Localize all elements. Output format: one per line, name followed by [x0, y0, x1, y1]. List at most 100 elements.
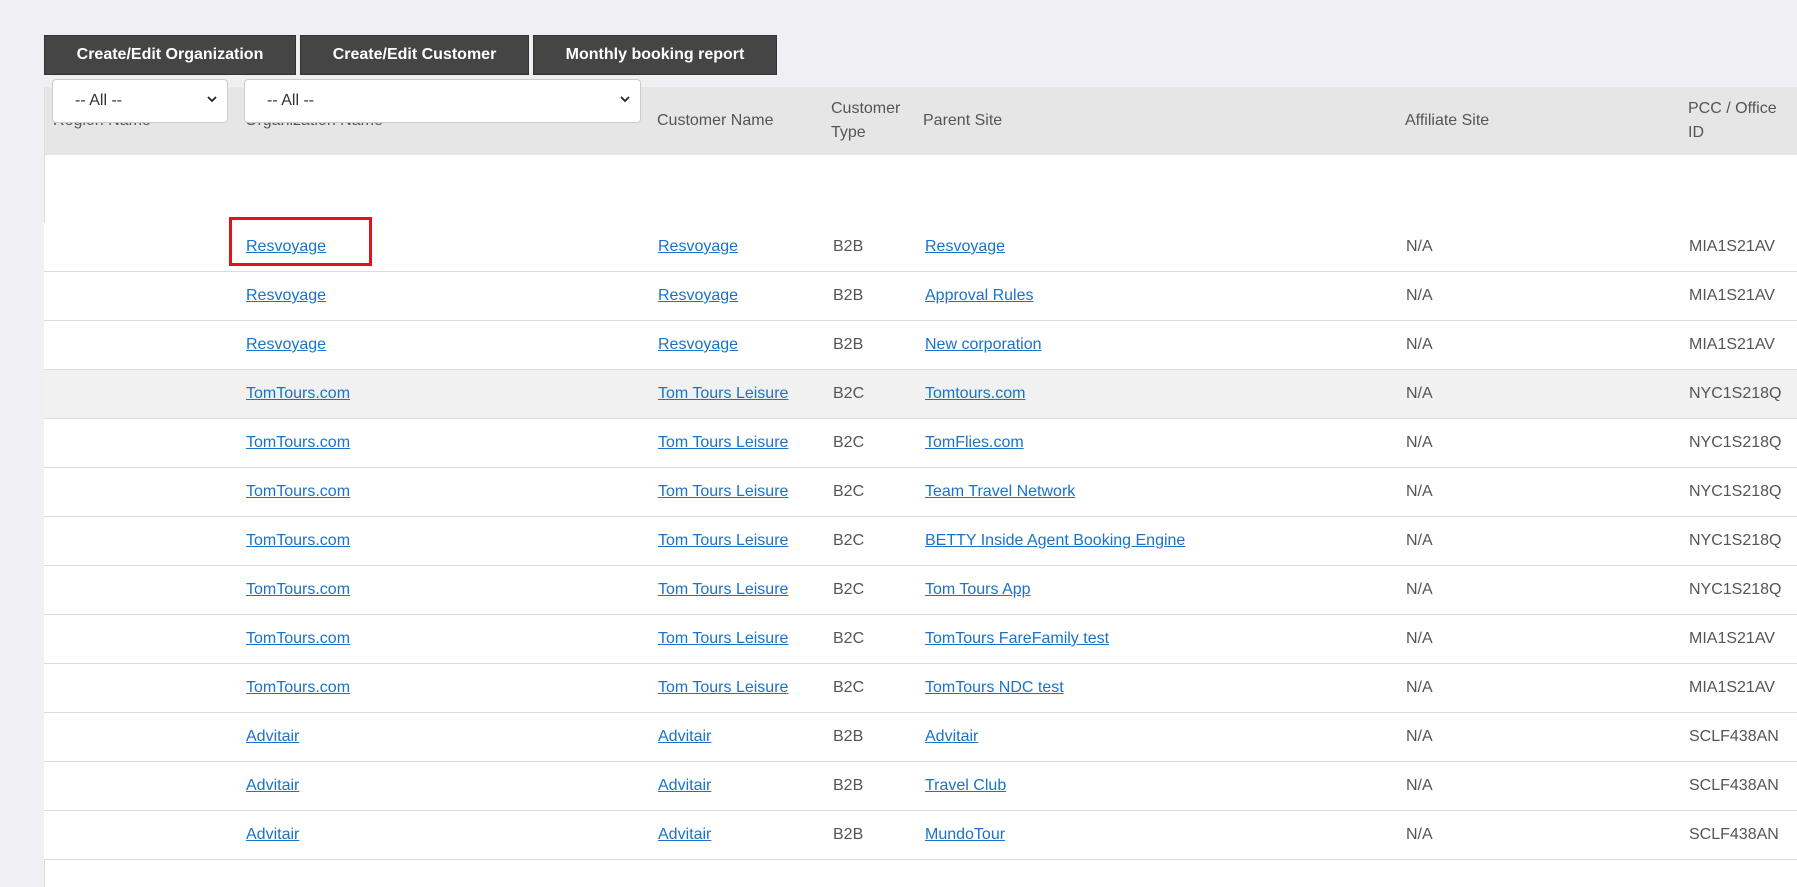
pcc-office-id: NYC1S218Q [1689, 434, 1782, 451]
customer-type: B2C [833, 532, 865, 549]
parent-site-link[interactable]: TomTours FareFamily test [925, 630, 1109, 648]
parent-site-link[interactable]: Approval Rules [925, 287, 1034, 305]
affiliate-site: N/A [1406, 483, 1433, 500]
customer-link[interactable]: Resvoyage [658, 287, 738, 305]
create-edit-customer-button[interactable]: Create/Edit Customer [300, 35, 529, 75]
header-customer-name[interactable]: Customer Name [657, 87, 773, 155]
table-row: Advitair Advitair B2B MundoTour N/A SCLF… [44, 811, 1797, 860]
customer-link[interactable]: Tom Tours Leisure [658, 532, 788, 550]
customer-link[interactable]: Advitair [658, 826, 711, 844]
pcc-office-id: SCLF438AN [1689, 728, 1779, 745]
table-row: Advitair Advitair B2B Travel Club N/A SC… [44, 762, 1797, 811]
customer-link[interactable]: Tom Tours Leisure [658, 483, 788, 501]
customer-link[interactable]: Tom Tours Leisure [658, 434, 788, 452]
table-row: TomTours.com Tom Tours Leisure B2C Tom T… [44, 566, 1797, 615]
customer-type: B2C [833, 434, 865, 451]
parent-site-link[interactable]: MundoTour [925, 826, 1005, 844]
customer-link[interactable]: Advitair [658, 728, 711, 746]
table-row: TomTours.com Tom Tours Leisure B2C TomTo… [44, 615, 1797, 664]
region-filter-select[interactable]: -- All -- [52, 79, 228, 123]
filter-row [45, 155, 1797, 221]
pcc-office-id: MIA1S21AV [1689, 630, 1775, 647]
pcc-office-id: MIA1S21AV [1689, 287, 1775, 304]
parent-site-link[interactable]: Tomtours.com [925, 385, 1025, 403]
customer-type: B2C [833, 483, 865, 500]
affiliate-site: N/A [1406, 532, 1433, 549]
parent-site-link[interactable]: BETTY Inside Agent Booking Engine [925, 532, 1185, 550]
parent-site-link[interactable]: TomTours NDC test [925, 679, 1064, 697]
affiliate-site: N/A [1406, 728, 1433, 745]
customer-link[interactable]: Tom Tours Leisure [658, 385, 788, 403]
affiliate-site: N/A [1406, 581, 1433, 598]
affiliate-site: N/A [1406, 385, 1433, 402]
monthly-booking-report-button[interactable]: Monthly booking report [533, 35, 777, 75]
highlight-box [229, 217, 372, 266]
table-row: Advitair Advitair B2B Advitair N/A SCLF4… [44, 713, 1797, 762]
organization-filter-select[interactable]: -- All -- [244, 79, 641, 123]
affiliate-site: N/A [1406, 777, 1433, 794]
chevron-down-icon [620, 96, 630, 103]
organization-filter-value: -- All -- [267, 92, 315, 109]
header-parent-site[interactable]: Parent Site [923, 87, 1002, 155]
table-row: TomTours.com Tom Tours Leisure B2C TomTo… [44, 664, 1797, 713]
header-customer-type-line2: Type [831, 124, 866, 141]
organization-link[interactable]: TomTours.com [246, 532, 350, 550]
header-affiliate-site[interactable]: Affiliate Site [1405, 87, 1489, 155]
chevron-down-icon [207, 96, 217, 103]
customer-link[interactable]: Resvoyage [658, 238, 738, 256]
organization-link[interactable]: TomTours.com [246, 630, 350, 648]
parent-site-link[interactable]: Team Travel Network [925, 483, 1075, 501]
header-pcc-line1: PCC / Office [1688, 100, 1777, 117]
parent-site-link[interactable]: Tom Tours App [925, 581, 1031, 599]
parent-site-link[interactable]: Travel Club [925, 777, 1006, 795]
organization-link[interactable]: TomTours.com [246, 581, 350, 599]
customer-type: B2B [833, 287, 864, 304]
pcc-office-id: NYC1S218Q [1689, 483, 1782, 500]
organization-link[interactable]: Resvoyage [246, 287, 326, 305]
create-edit-organization-button[interactable]: Create/Edit Organization [44, 35, 296, 75]
affiliate-site: N/A [1406, 679, 1433, 696]
header-customer-type-line1: Customer [831, 100, 901, 117]
organization-link[interactable]: Advitair [246, 728, 299, 746]
customer-type: B2C [833, 385, 865, 402]
header-pcc-line2: ID [1688, 124, 1704, 141]
table-row: Resvoyage Resvoyage B2B New corporation … [44, 321, 1797, 370]
organization-link[interactable]: Advitair [246, 826, 299, 844]
parent-site-link[interactable]: TomFlies.com [925, 434, 1024, 452]
customer-type: B2B [833, 238, 864, 255]
affiliate-site: N/A [1406, 826, 1433, 843]
organization-link[interactable]: Resvoyage [246, 336, 326, 354]
customer-type: B2B [833, 826, 864, 843]
parent-site-link[interactable]: New corporation [925, 336, 1042, 354]
customer-link[interactable]: Advitair [658, 777, 711, 795]
affiliate-site: N/A [1406, 336, 1433, 353]
parent-site-link[interactable]: Advitair [925, 728, 978, 746]
header-customer-type[interactable]: Customer Type [831, 87, 900, 155]
customer-type: B2C [833, 581, 865, 598]
organization-link[interactable]: TomTours.com [246, 434, 350, 452]
customer-type: B2B [833, 336, 864, 353]
customer-link[interactable]: Tom Tours Leisure [658, 630, 788, 648]
pcc-office-id: NYC1S218Q [1689, 532, 1782, 549]
affiliate-site: N/A [1406, 434, 1433, 451]
pcc-office-id: MIA1S21AV [1689, 679, 1775, 696]
organization-link[interactable]: Advitair [246, 777, 299, 795]
header-pcc-office-id[interactable]: PCC / Office ID [1688, 87, 1777, 155]
customer-type: B2C [833, 630, 865, 647]
pcc-office-id: SCLF438AN [1689, 826, 1779, 843]
customer-type: B2C [833, 679, 865, 696]
organization-link[interactable]: TomTours.com [246, 679, 350, 697]
customer-link[interactable]: Tom Tours Leisure [658, 679, 788, 697]
organization-link[interactable]: TomTours.com [246, 385, 350, 403]
organization-link[interactable]: TomTours.com [246, 483, 350, 501]
pcc-office-id: NYC1S218Q [1689, 385, 1782, 402]
pcc-office-id: MIA1S21AV [1689, 238, 1775, 255]
customer-type: B2B [833, 777, 864, 794]
parent-site-link[interactable]: Resvoyage [925, 238, 1005, 256]
toolbar: Create/Edit Organization Create/Edit Cus… [44, 35, 777, 75]
customer-type: B2B [833, 728, 864, 745]
affiliate-site: N/A [1406, 287, 1433, 304]
pcc-office-id: MIA1S21AV [1689, 336, 1775, 353]
customer-link[interactable]: Tom Tours Leisure [658, 581, 788, 599]
customer-link[interactable]: Resvoyage [658, 336, 738, 354]
